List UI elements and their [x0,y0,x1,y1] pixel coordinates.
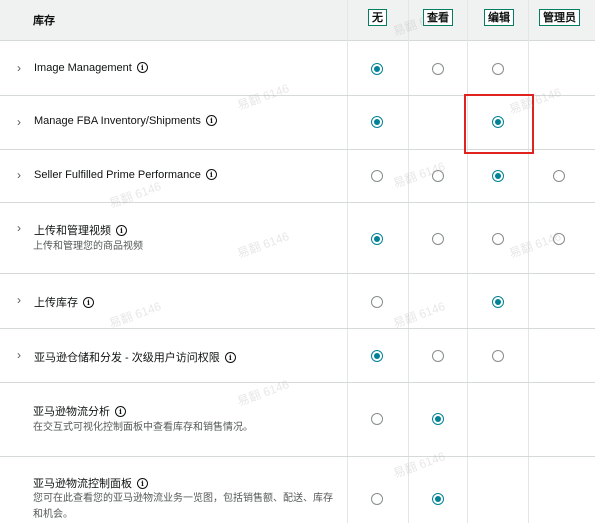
radio-edit[interactable] [492,296,504,308]
row-label: 亚马逊物流分析 i [33,403,126,419]
row-label[interactable]: 上传库存 i [34,294,94,310]
row-label: 亚马逊物流控制面板 i [33,475,148,491]
table-row: 亚马逊物流分析 i 在交互式可视化控制面板中查看库存和销售情况。 [0,383,595,457]
radio-view[interactable] [432,493,444,505]
column-header-edit: 编辑 [484,9,514,26]
info-icon[interactable]: i [137,478,148,489]
table-row: › 上传和管理视频 i 上传和管理您的商品视频 [0,203,595,274]
info-icon[interactable]: i [116,225,127,236]
chevron-right-icon[interactable]: › [17,293,21,307]
table-row: › 亚马逊仓储和分发 - 次级用户访问权限 i [0,329,595,383]
column-header-none: 无 [368,9,387,26]
info-icon[interactable]: i [83,297,94,308]
radio-none[interactable] [371,116,383,128]
radio-none[interactable] [371,413,383,425]
column-header-admin: 管理员 [539,9,580,26]
chevron-right-icon[interactable]: › [17,348,21,362]
table-row: › 上传库存 i [0,274,595,329]
row-label[interactable]: 上传和管理视频 i [34,222,127,238]
radio-none[interactable] [371,296,383,308]
radio-view[interactable] [432,413,444,425]
table-header: 库存 无 查看 编辑 管理员 [0,0,595,41]
radio-none[interactable] [371,170,383,182]
info-icon[interactable]: i [205,169,217,180]
radio-view[interactable] [432,170,444,182]
radio-edit[interactable] [492,233,504,245]
radio-view[interactable] [432,233,444,245]
table-row: 亚马逊物流控制面板 i 您可在此查看您的亚马逊物流业务一览图，包括销售额、配送、库… [0,457,595,523]
radio-none[interactable] [371,350,383,362]
radio-none[interactable] [371,493,383,505]
chevron-right-icon[interactable]: › [17,115,21,129]
row-description: 在交互式可视化控制面板中查看库存和销售情况。 [33,422,253,433]
info-icon[interactable]: i [205,115,217,126]
chevron-right-icon[interactable]: › [17,221,21,235]
chevron-right-icon[interactable]: › [17,168,21,182]
table-row: › Image Management i [0,41,595,96]
radio-view[interactable] [432,63,444,75]
row-description: 上传和管理您的商品视频 [33,241,143,252]
header-title: 库存 [33,15,55,27]
info-icon[interactable]: i [136,62,148,73]
radio-none[interactable] [371,233,383,245]
info-icon[interactable]: i [115,406,126,417]
row-label[interactable]: Image Management i [34,62,148,74]
radio-view[interactable] [432,350,444,362]
radio-edit[interactable] [492,170,504,182]
chevron-right-icon[interactable]: › [17,61,21,75]
radio-none[interactable] [371,63,383,75]
radio-admin[interactable] [553,170,565,182]
radio-edit[interactable] [492,63,504,75]
row-label[interactable]: Seller Fulfilled Prime Performance i [34,169,217,181]
radio-admin[interactable] [553,233,565,245]
row-label[interactable]: 亚马逊仓储和分发 - 次级用户访问权限 i [34,349,236,365]
column-header-view: 查看 [423,9,453,26]
row-description: 您可在此查看您的亚马逊物流业务一览图，包括销售额、配送、库存和机会。 [33,493,333,520]
radio-edit[interactable] [492,350,504,362]
row-label[interactable]: Manage FBA Inventory/Shipments i [34,115,217,127]
info-icon[interactable]: i [224,352,236,363]
table-row: › Seller Fulfilled Prime Performance i [0,150,595,203]
highlight-box [464,94,534,154]
